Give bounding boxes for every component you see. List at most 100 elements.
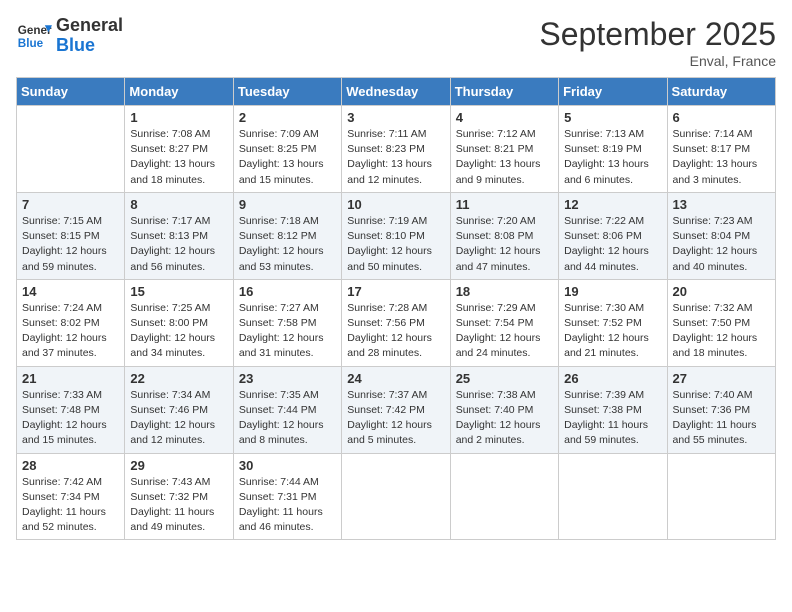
day-info: Sunrise: 7:19 AMSunset: 8:10 PMDaylight:… (347, 214, 444, 275)
day-cell: 28 Sunrise: 7:42 AMSunset: 7:34 PMDayligh… (17, 453, 125, 540)
day-cell: 1Sunrise: 7:08 AMSunset: 8:27 PMDaylight… (125, 106, 233, 193)
day-number: 11 (456, 197, 553, 212)
day-number: 8 (130, 197, 227, 212)
day-cell: 26 Sunrise: 7:39 AMSunset: 7:38 PMDayligh… (559, 366, 667, 453)
day-number: 3 (347, 110, 444, 125)
day-number: 30 (239, 458, 336, 473)
day-info: Sunrise: 7:08 AMSunset: 8:27 PMDaylight:… (130, 127, 227, 188)
day-cell: 22 Sunrise: 7:34 AMSunset: 7:46 PMDayligh… (125, 366, 233, 453)
day-cell: 30 Sunrise: 7:44 AMSunset: 7:31 PMDayligh… (233, 453, 341, 540)
day-cell: 7 Sunrise: 7:15 AMSunset: 8:15 PMDaylight… (17, 192, 125, 279)
day-number: 4 (456, 110, 553, 125)
day-info: Sunrise: 7:13 AMSunset: 8:19 PMDaylight:… (564, 127, 661, 188)
header-cell-monday: Monday (125, 78, 233, 106)
day-cell (342, 453, 450, 540)
calendar-table: SundayMondayTuesdayWednesdayThursdayFrid… (16, 77, 776, 540)
title-block: September 2025 Enval, France (539, 16, 776, 69)
day-info: Sunrise: 7:29 AMSunset: 7:54 PMDaylight:… (456, 301, 553, 362)
day-number: 25 (456, 371, 553, 386)
day-number: 20 (673, 284, 770, 299)
day-info: Sunrise: 7:18 AMSunset: 8:12 PMDaylight:… (239, 214, 336, 275)
header-cell-wednesday: Wednesday (342, 78, 450, 106)
header-cell-saturday: Saturday (667, 78, 775, 106)
day-cell: 5 Sunrise: 7:13 AMSunset: 8:19 PMDaylight… (559, 106, 667, 193)
day-cell: 21 Sunrise: 7:33 AMSunset: 7:48 PMDayligh… (17, 366, 125, 453)
location: Enval, France (539, 53, 776, 69)
day-number: 29 (130, 458, 227, 473)
day-cell: 29 Sunrise: 7:43 AMSunset: 7:32 PMDayligh… (125, 453, 233, 540)
day-info: Sunrise: 7:33 AMSunset: 7:48 PMDaylight:… (22, 388, 119, 449)
day-info: Sunrise: 7:34 AMSunset: 7:46 PMDaylight:… (130, 388, 227, 449)
day-cell: 15Sunrise: 7:25 AMSunset: 8:00 PMDayligh… (125, 279, 233, 366)
logo-text: GeneralBlue (56, 16, 123, 56)
day-info: Sunrise: 7:44 AMSunset: 7:31 PMDaylight:… (239, 475, 336, 536)
week-row-0: 1Sunrise: 7:08 AMSunset: 8:27 PMDaylight… (17, 106, 776, 193)
day-info: Sunrise: 7:15 AMSunset: 8:15 PMDaylight:… (22, 214, 119, 275)
day-info: Sunrise: 7:27 AMSunset: 7:58 PMDaylight:… (239, 301, 336, 362)
day-cell: 17Sunrise: 7:28 AMSunset: 7:56 PMDayligh… (342, 279, 450, 366)
day-info: Sunrise: 7:38 AMSunset: 7:40 PMDaylight:… (456, 388, 553, 449)
day-number: 10 (347, 197, 444, 212)
day-info: Sunrise: 7:14 AMSunset: 8:17 PMDaylight:… (673, 127, 770, 188)
svg-text:Blue: Blue (18, 37, 44, 50)
day-cell: 4 Sunrise: 7:12 AMSunset: 8:21 PMDaylight… (450, 106, 558, 193)
day-info: Sunrise: 7:28 AMSunset: 7:56 PMDaylight:… (347, 301, 444, 362)
day-number: 26 (564, 371, 661, 386)
logo: General Blue GeneralBlue (16, 16, 123, 56)
day-number: 22 (130, 371, 227, 386)
day-cell: 25 Sunrise: 7:38 AMSunset: 7:40 PMDayligh… (450, 366, 558, 453)
day-cell: 6 Sunrise: 7:14 AMSunset: 8:17 PMDaylight… (667, 106, 775, 193)
day-cell: 9 Sunrise: 7:18 AMSunset: 8:12 PMDaylight… (233, 192, 341, 279)
day-info: Sunrise: 7:09 AMSunset: 8:25 PMDaylight:… (239, 127, 336, 188)
day-info: Sunrise: 7:32 AMSunset: 7:50 PMDaylight:… (673, 301, 770, 362)
header-row: SundayMondayTuesdayWednesdayThursdayFrid… (17, 78, 776, 106)
day-info: Sunrise: 7:37 AMSunset: 7:42 PMDaylight:… (347, 388, 444, 449)
day-cell (450, 453, 558, 540)
day-cell: 16 Sunrise: 7:27 AMSunset: 7:58 PMDayligh… (233, 279, 341, 366)
header-cell-tuesday: Tuesday (233, 78, 341, 106)
day-cell: 2Sunrise: 7:09 AMSunset: 8:25 PMDaylight… (233, 106, 341, 193)
day-number: 28 (22, 458, 119, 473)
day-cell: 14Sunrise: 7:24 AMSunset: 8:02 PMDayligh… (17, 279, 125, 366)
page-header: General Blue GeneralBlue September 2025 … (16, 16, 776, 69)
day-cell: 13Sunrise: 7:23 AMSunset: 8:04 PMDayligh… (667, 192, 775, 279)
week-row-3: 21 Sunrise: 7:33 AMSunset: 7:48 PMDayligh… (17, 366, 776, 453)
day-info: Sunrise: 7:12 AMSunset: 8:21 PMDaylight:… (456, 127, 553, 188)
day-cell: 23Sunrise: 7:35 AMSunset: 7:44 PMDayligh… (233, 366, 341, 453)
day-info: Sunrise: 7:11 AMSunset: 8:23 PMDaylight:… (347, 127, 444, 188)
day-number: 12 (564, 197, 661, 212)
day-cell: 19 Sunrise: 7:30 AMSunset: 7:52 PMDayligh… (559, 279, 667, 366)
day-info: Sunrise: 7:35 AMSunset: 7:44 PMDaylight:… (239, 388, 336, 449)
week-row-4: 28 Sunrise: 7:42 AMSunset: 7:34 PMDayligh… (17, 453, 776, 540)
day-number: 7 (22, 197, 119, 212)
day-info: Sunrise: 7:30 AMSunset: 7:52 PMDaylight:… (564, 301, 661, 362)
day-number: 14 (22, 284, 119, 299)
day-number: 27 (673, 371, 770, 386)
day-info: Sunrise: 7:40 AMSunset: 7:36 PMDaylight:… (673, 388, 770, 449)
day-number: 6 (673, 110, 770, 125)
day-cell: 10 Sunrise: 7:19 AMSunset: 8:10 PMDayligh… (342, 192, 450, 279)
logo-icon: General Blue (16, 18, 52, 54)
day-number: 16 (239, 284, 336, 299)
month-title: September 2025 (539, 16, 776, 53)
header-cell-sunday: Sunday (17, 78, 125, 106)
day-cell: 24 Sunrise: 7:37 AMSunset: 7:42 PMDayligh… (342, 366, 450, 453)
day-number: 5 (564, 110, 661, 125)
week-row-1: 7 Sunrise: 7:15 AMSunset: 8:15 PMDaylight… (17, 192, 776, 279)
day-number: 19 (564, 284, 661, 299)
day-cell: 18Sunrise: 7:29 AMSunset: 7:54 PMDayligh… (450, 279, 558, 366)
day-number: 13 (673, 197, 770, 212)
day-info: Sunrise: 7:22 AMSunset: 8:06 PMDaylight:… (564, 214, 661, 275)
day-info: Sunrise: 7:43 AMSunset: 7:32 PMDaylight:… (130, 475, 227, 536)
day-number: 9 (239, 197, 336, 212)
day-cell: 8Sunrise: 7:17 AMSunset: 8:13 PMDaylight… (125, 192, 233, 279)
day-info: Sunrise: 7:42 AMSunset: 7:34 PMDaylight:… (22, 475, 119, 536)
day-cell (559, 453, 667, 540)
day-number: 24 (347, 371, 444, 386)
day-number: 21 (22, 371, 119, 386)
day-cell: 3 Sunrise: 7:11 AMSunset: 8:23 PMDaylight… (342, 106, 450, 193)
header-cell-friday: Friday (559, 78, 667, 106)
day-info: Sunrise: 7:39 AMSunset: 7:38 PMDaylight:… (564, 388, 661, 449)
week-row-2: 14Sunrise: 7:24 AMSunset: 8:02 PMDayligh… (17, 279, 776, 366)
day-info: Sunrise: 7:25 AMSunset: 8:00 PMDaylight:… (130, 301, 227, 362)
